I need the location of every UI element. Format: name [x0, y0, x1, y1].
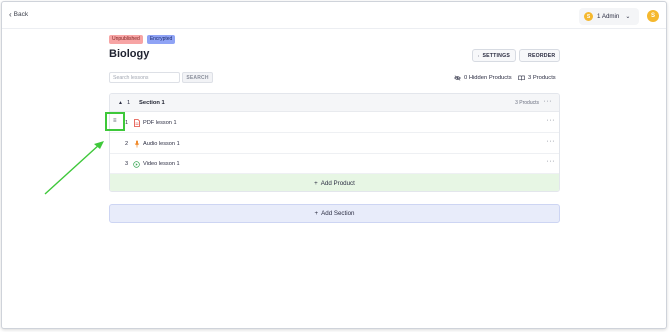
- hidden-products-toggle[interactable]: 0 Hidden Products: [454, 75, 512, 81]
- chevron-down-icon: ⌄: [625, 14, 631, 20]
- status-badges: Unpublished Encrypted: [109, 35, 176, 44]
- back-link[interactable]: ‹ Back: [9, 9, 29, 19]
- top-bar: ‹ Back S 1 Admin ⌄ S: [2, 2, 666, 29]
- lesson-number: 2: [125, 141, 129, 147]
- play-icon: [133, 160, 140, 168]
- section-number: 1: [127, 100, 131, 106]
- plus-icon: +: [314, 210, 319, 217]
- encrypted-badge: Encrypted: [146, 35, 176, 44]
- search-button[interactable]: SEARCH: [182, 72, 213, 83]
- section-name: Section 1: [139, 100, 165, 106]
- hidden-products-label: 0 Hidden Products: [464, 75, 512, 81]
- add-product-button[interactable]: + Add Product: [110, 174, 559, 191]
- lesson-row[interactable]: 2 Audio lesson 1 ···: [110, 134, 559, 154]
- page-title: Biology: [109, 48, 150, 60]
- annotation-arrow: [44, 141, 104, 195]
- chevron-up-icon[interactable]: ▲: [118, 100, 123, 106]
- eye-off-icon: [454, 75, 461, 81]
- settings-label: SETTINGS: [482, 52, 510, 59]
- pdf-icon: [133, 119, 140, 127]
- reorder-button[interactable]: REORDER: [519, 49, 560, 62]
- section-card: ▲ 1 Section 1 3 Products ··· ≡ 1 PDF les…: [109, 93, 560, 192]
- chevron-left-icon: ‹: [9, 9, 12, 19]
- section-products-count: 3 Products: [515, 100, 539, 106]
- lesson-label[interactable]: Video lesson 1: [143, 161, 180, 167]
- section-header[interactable]: ▲ 1 Section 1 3 Products ···: [110, 94, 559, 112]
- admin-dropdown[interactable]: S 1 Admin ⌄: [579, 8, 639, 25]
- more-options-icon[interactable]: ···: [544, 98, 553, 105]
- add-product-label: Add Product: [320, 179, 355, 187]
- admin-label: 1 Admin: [597, 13, 620, 20]
- lesson-row[interactable]: 3 Video lesson 1 ···: [110, 154, 559, 174]
- lesson-number: 1: [125, 120, 129, 126]
- search-input[interactable]: [109, 72, 180, 83]
- app-window: ‹ Back S 1 Admin ⌄ S Unpublished Encrypt…: [1, 1, 667, 329]
- microphone-icon: [133, 140, 140, 148]
- add-section-label: Add Section: [321, 210, 355, 217]
- plus-icon: +: [314, 179, 318, 187]
- settings-button[interactable]: SETTINGS: [472, 49, 516, 62]
- lesson-label[interactable]: Audio lesson 1: [143, 141, 180, 147]
- book-icon: [518, 75, 525, 81]
- unpublished-badge: Unpublished: [109, 35, 143, 44]
- add-section-button[interactable]: + Add Section: [109, 204, 560, 223]
- drag-handle-icon[interactable]: ≡: [113, 118, 117, 124]
- products-count-label: 3 Products: [528, 75, 556, 81]
- avatar[interactable]: S: [647, 10, 659, 22]
- lesson-row[interactable]: ≡ 1 PDF lesson 1 ···: [110, 113, 559, 133]
- coin-icon: S: [584, 12, 593, 21]
- more-options-icon[interactable]: ···: [547, 138, 556, 145]
- more-options-icon[interactable]: ···: [547, 117, 556, 124]
- lesson-number: 3: [125, 161, 129, 167]
- lesson-label[interactable]: PDF lesson 1: [143, 120, 177, 126]
- products-count-link[interactable]: 3 Products: [518, 75, 556, 81]
- reorder-label: REORDER: [528, 52, 556, 59]
- back-label: Back: [13, 11, 29, 18]
- more-options-icon[interactable]: ···: [547, 158, 556, 165]
- gear-icon: [478, 54, 480, 57]
